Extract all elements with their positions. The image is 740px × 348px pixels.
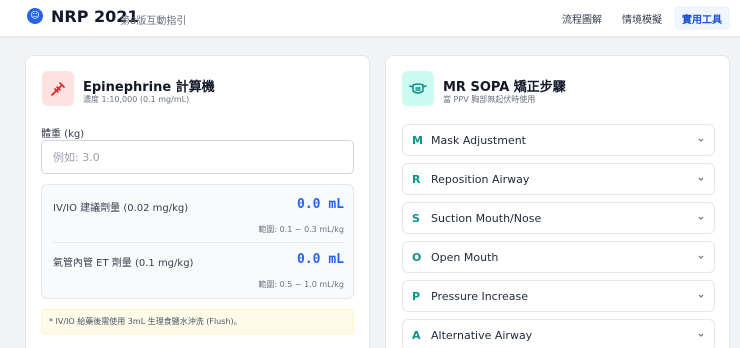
step-letter: P xyxy=(412,290,421,303)
et-dose-range: 範圍: 0.5 ~ 1.0 mL/kg xyxy=(258,280,344,289)
step-label: Alternative Airway xyxy=(431,329,533,342)
step-letter: O xyxy=(412,251,422,264)
chevron-down-icon xyxy=(698,333,704,337)
step-label: Reposition Airway xyxy=(431,173,530,186)
iv-dose-label: IV/IO 建議劑量 (0.02 mg/kg) xyxy=(53,203,189,214)
nav-flowchart[interactable]: 流程圖解 xyxy=(554,6,610,30)
dose-divider xyxy=(53,242,344,243)
nav-scenario[interactable]: 情境模擬 xyxy=(614,6,670,30)
mrsopa-title: MR SOPA 矯正步驟 xyxy=(443,80,566,95)
step-suction[interactable]: S Suction Mouth/Nose xyxy=(402,202,715,234)
step-label: Mask Adjustment xyxy=(431,134,526,147)
app-logo-icon: ☺ xyxy=(27,8,43,24)
nav-tools[interactable]: 實用工具 xyxy=(674,6,730,30)
flush-note: * IV/IO 給藥後需使用 3mL 生理食鹽水沖洗 (Flush)。 xyxy=(41,309,354,334)
epinephrine-title: Epinephrine 計算機 xyxy=(83,80,215,95)
weight-input[interactable] xyxy=(41,140,354,174)
step-pressure-increase[interactable]: P Pressure Increase xyxy=(402,280,715,312)
dose-results: IV/IO 建議劑量 (0.02 mg/kg) 0.0 mL 範圍: 0.1 ~… xyxy=(41,184,354,299)
epinephrine-concentration: 濃度 1:10,000 (0.1 mg/mL) xyxy=(83,95,190,104)
iv-dose-range: 範圍: 0.1 ~ 0.3 mL/kg xyxy=(258,225,344,234)
iv-dose-value: 0.0 mL xyxy=(297,197,344,212)
step-reposition-airway[interactable]: R Reposition Airway xyxy=(402,163,715,195)
et-dose-label: 氣管內管 ET 劑量 (0.1 mg/kg) xyxy=(53,258,194,269)
step-open-mouth[interactable]: O Open Mouth xyxy=(402,241,715,273)
step-letter: M xyxy=(412,134,423,147)
mrsopa-card: MR SOPA 矯正步驟 當 PPV 胸部無起伏時使用 M Mask Adjus… xyxy=(385,55,730,348)
main-nav: 流程圖解 情境模擬 實用工具 xyxy=(554,6,730,30)
step-label: Open Mouth xyxy=(431,251,499,264)
chevron-down-icon xyxy=(698,177,704,181)
chevron-down-icon xyxy=(698,216,704,220)
top-header: ☺ NRP 2021 第8版互動指引 流程圖解 情境模擬 實用工具 xyxy=(0,0,740,37)
step-letter: A xyxy=(412,329,421,342)
chevron-down-icon xyxy=(698,255,704,259)
step-label: Suction Mouth/Nose xyxy=(431,212,542,225)
mrsopa-subtitle: 當 PPV 胸部無起伏時使用 xyxy=(443,95,536,104)
app-subtitle: 第8版互動指引 xyxy=(120,16,187,27)
step-letter: R xyxy=(412,173,421,186)
step-letter: S xyxy=(412,212,420,225)
chevron-down-icon xyxy=(698,138,704,142)
epinephrine-card: Epinephrine 計算機 濃度 1:10,000 (0.1 mg/mL) … xyxy=(25,55,370,348)
weight-label: 體重 (kg) xyxy=(41,129,85,140)
step-mask-adjustment[interactable]: M Mask Adjustment xyxy=(402,124,715,156)
step-alternative-airway[interactable]: A Alternative Airway xyxy=(402,319,715,348)
syringe-icon xyxy=(42,71,74,106)
chevron-down-icon xyxy=(698,294,704,298)
mask-icon xyxy=(402,71,434,106)
step-label: Pressure Increase xyxy=(431,290,529,303)
et-dose-value: 0.0 mL xyxy=(297,252,344,267)
